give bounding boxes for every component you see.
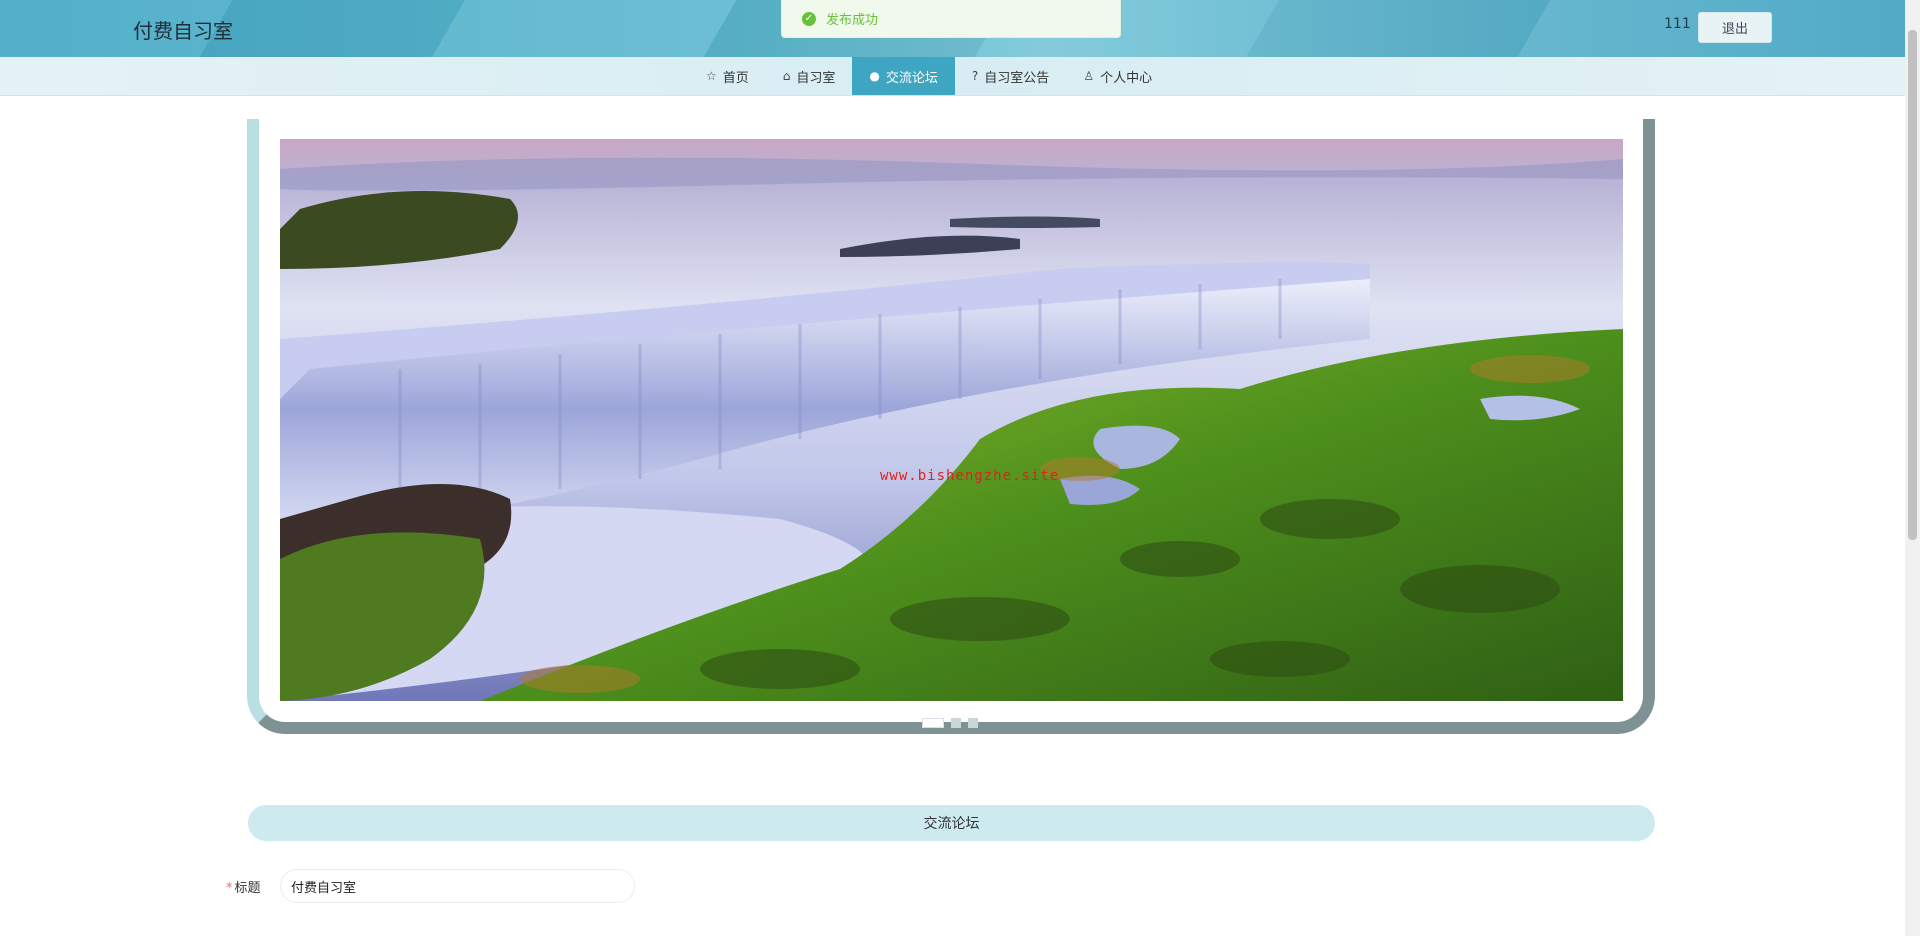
title-label: * 标题 (226, 880, 261, 896)
carousel-next-icon[interactable]: › (1616, 410, 1644, 446)
toast-message: 发布成功 (826, 13, 879, 28)
check-circle-icon: ✓ (802, 11, 816, 26)
nav-item-notices[interactable]: ? 自习室公告 (955, 57, 1066, 95)
title-form-row: * 标题 (226, 868, 635, 904)
carousel-indicator-3[interactable] (968, 718, 978, 728)
page-scrollbar[interactable] (1905, 0, 1920, 936)
nav-item-label: 首页 (722, 70, 749, 86)
success-toast: ✓ 发布成功 (781, 0, 1121, 38)
nav-item-label: 自习室公告 (984, 70, 1050, 86)
required-mark: * (226, 880, 233, 896)
info-circle-icon: ● (869, 69, 880, 83)
nav-item-label: 个人中心 (1100, 70, 1153, 86)
question-circle-icon: ? (971, 69, 979, 83)
scrollbar-thumb[interactable] (1908, 30, 1917, 540)
section-title: 交流论坛 (248, 805, 1655, 841)
bag-icon: ⌂ (782, 69, 791, 83)
title-input[interactable] (280, 869, 635, 903)
watermark-text: www.bishengzhe.site (880, 468, 1060, 484)
main-nav: ☆ 首页 ⌂ 自习室 ● 交流论坛 ? 自习室公告 ♙ 个人中心 (0, 57, 1905, 96)
logout-button[interactable]: 退出 (1698, 12, 1772, 43)
nav-item-label: 自习室 (796, 70, 836, 86)
user-icon: ♙ (1083, 69, 1095, 83)
carousel-indicator-1[interactable] (922, 718, 944, 728)
carousel-indicator-2[interactable] (951, 718, 961, 728)
app-title: 付费自习室 (133, 19, 233, 43)
nav-item-home[interactable]: ☆ 首页 (689, 57, 766, 95)
nav-item-study-room[interactable]: ⌂ 自习室 (766, 57, 853, 95)
carousel-indicators (922, 718, 978, 728)
nav-item-label: 交流论坛 (885, 70, 938, 86)
nav-item-profile[interactable]: ♙ 个人中心 (1066, 57, 1169, 95)
waterfall-landscape-image (280, 139, 1623, 701)
username: 111 (1664, 16, 1691, 32)
star-icon: ☆ (706, 69, 717, 83)
carousel-slide-image[interactable] (280, 139, 1623, 701)
carousel-prev-icon[interactable]: ‹ (258, 410, 286, 446)
nav-item-forum[interactable]: ● 交流论坛 (852, 57, 955, 95)
